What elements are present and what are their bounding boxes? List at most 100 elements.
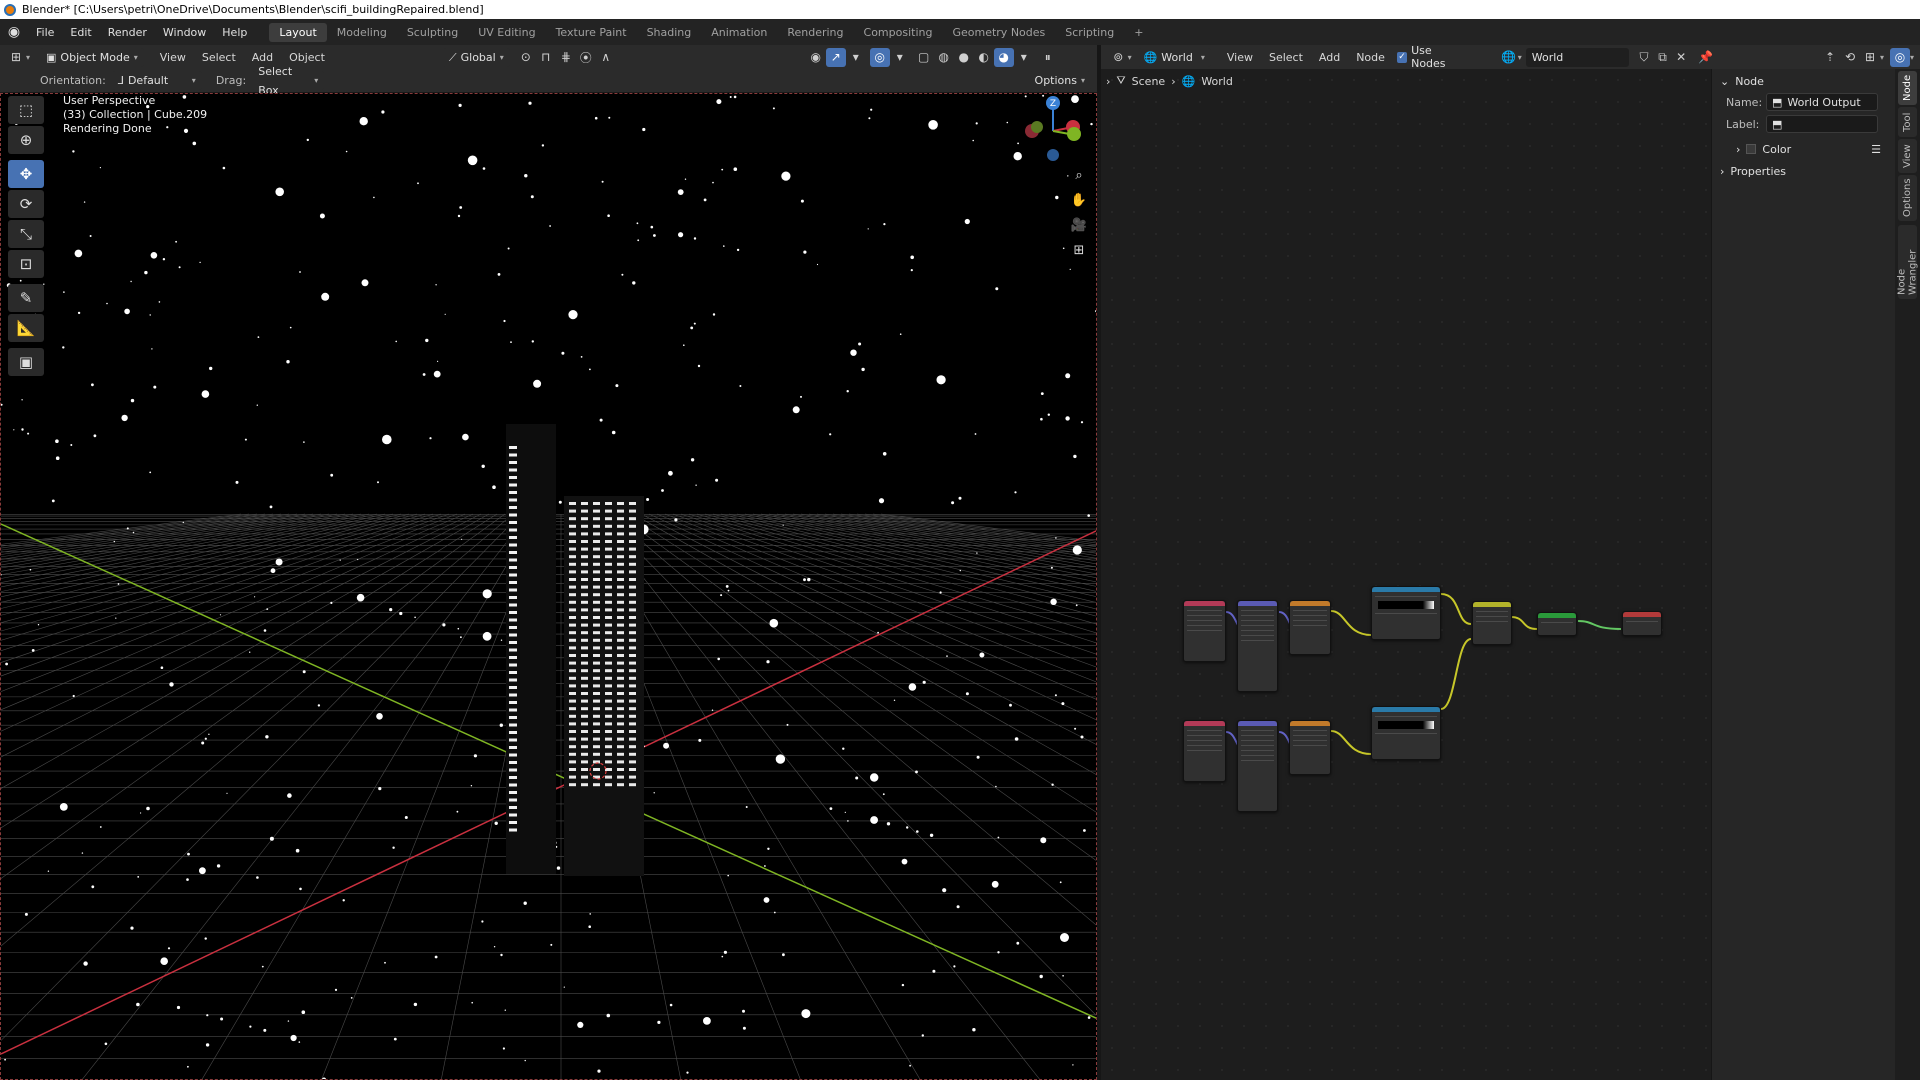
sidebar-tab-options[interactable]: Options [1898,175,1917,221]
sidebar-tab-tool[interactable]: Tool [1898,107,1917,137]
visibility-icon[interactable]: ◉ [806,48,826,67]
workspace-tab-shading[interactable]: Shading [637,23,702,42]
snap-node-options-icon[interactable]: ⊞ [1860,48,1880,67]
menu-render[interactable]: Render [100,26,155,39]
wireframe-shading-icon[interactable]: ◍ [934,48,954,67]
ortho-grid-icon[interactable]: ⊞ [1068,239,1090,261]
pin-icon[interactable]: 📌 [1696,48,1715,67]
select-box-tool-icon[interactable]: ⬚ [8,96,44,124]
gizmo-neg-y-icon[interactable] [1031,121,1043,133]
transform-tool-icon[interactable]: ⊡ [8,250,44,278]
editor-type-icon[interactable]: ⊞ [6,48,26,67]
sidebar-tab-view[interactable]: View [1898,139,1917,173]
gizmo-neg-z-icon[interactable] [1047,149,1059,161]
workspace-tab-modeling[interactable]: Modeling [327,23,397,42]
node-label-field[interactable]: ⬒ [1766,115,1878,133]
world-browse-icon[interactable]: 🌐 [1499,48,1518,67]
node-name-field[interactable]: ⬒ World Output [1766,93,1878,111]
texture-coordinate-node[interactable] [1183,600,1226,662]
color-ramp-node-1[interactable] [1371,586,1441,640]
shading-options-icon[interactable]: ▾ [1014,48,1034,67]
workspace-tab-compositing[interactable]: Compositing [854,23,943,42]
world-output-node[interactable] [1622,611,1662,636]
menu-edit[interactable]: Edit [62,26,99,39]
noise-texture-node[interactable] [1289,600,1331,655]
sidebar-tab-node-wrangler[interactable]: Node Wrangler [1897,225,1919,299]
drag-dropdown[interactable]: Select Box ▾ [252,65,325,97]
rendered-shading-icon[interactable]: ◕ [993,47,1014,67]
workspace-tab-animation[interactable]: Animation [701,23,777,42]
mapping-node[interactable] [1237,600,1278,692]
measure-tool-icon[interactable]: 📐 [8,314,44,342]
zoom-icon[interactable]: ⌕ [1068,164,1090,186]
add-cube-tool-icon[interactable]: ▣ [8,348,44,376]
pan-hand-icon[interactable]: ✋ [1068,189,1090,211]
snap-target-icon[interactable]: ⋕ [556,48,576,67]
shader-type-dropdown[interactable]: 🌐 World ▾ [1137,47,1211,67]
snap-icon[interactable]: ⊓ [536,48,556,67]
material-shading-icon[interactable]: ◐ [974,48,994,67]
menu-window[interactable]: Window [155,26,214,39]
background-node[interactable] [1537,612,1577,636]
ne-menu-view[interactable]: View [1219,48,1261,67]
menu-file[interactable]: File [28,26,62,39]
ne-menu-add[interactable]: Add [1311,48,1348,67]
world-datablock-field[interactable]: World [1525,47,1629,67]
add-workspace-button[interactable]: + [1124,23,1153,42]
annotate-tool-icon[interactable]: ✎ [8,284,44,312]
properties-section-header[interactable]: › Properties [1712,161,1895,181]
workspace-tab-scripting[interactable]: Scripting [1055,23,1124,42]
cursor-tool-icon[interactable]: ⊕ [8,126,44,154]
blender-menu-icon[interactable]: ◉ [0,19,28,45]
move-tool-icon[interactable]: ✥ [8,160,44,188]
menu-select[interactable]: Select [194,48,244,67]
orientation-dropdown[interactable]: ⅃ Default ▾ [111,71,202,90]
overlay-options-icon[interactable]: ▾ [890,48,910,67]
menu-help[interactable]: Help [214,26,255,39]
node-section-header[interactable]: ⌄ Node [1712,71,1895,91]
workspace-tab-sculpting[interactable]: Sculpting [397,23,468,42]
gizmo-toggle-icon[interactable]: ↗ [825,47,846,67]
mapping-node-2[interactable] [1237,720,1278,812]
navigation-gizmo[interactable]: Z [1015,93,1095,168]
workspace-tab-uv-editing[interactable]: UV Editing [468,23,545,42]
xray-toggle-icon[interactable]: ▢ [914,48,934,67]
ne-menu-select[interactable]: Select [1261,48,1311,67]
node-editor-type-icon[interactable]: ⊚ [1109,48,1128,67]
list-options-icon[interactable]: ☰ [1871,143,1881,156]
ne-menu-node[interactable]: Node [1348,48,1393,67]
solid-shading-icon[interactable]: ● [954,48,974,67]
gizmo-y-axis-icon[interactable] [1067,127,1081,141]
rotate-tool-icon[interactable]: ⟳ [8,190,44,218]
pause-render-icon[interactable]: ⏸ [1038,48,1058,67]
node-overlay-icon[interactable]: ◎ [1889,47,1910,67]
transform-orientation-dropdown[interactable]: ⟋ Global ▾ [442,47,510,67]
gizmo-options-icon[interactable]: ▾ [846,48,866,67]
color-subpanel-header[interactable]: › Color ☰ [1728,139,1895,159]
3d-viewport[interactable]: User Perspective (33) Collection | Cube.… [0,93,1097,1080]
unlink-x-icon[interactable]: ✕ [1672,48,1691,67]
workspace-tab-layout[interactable]: Layout [269,22,327,42]
texture-coordinate-node-2[interactable] [1183,720,1226,782]
camera-view-icon[interactable]: 🎥 [1068,214,1090,236]
color-ramp-node-2[interactable] [1371,706,1441,760]
pivot-point-icon[interactable]: ⊙ [516,48,536,67]
use-nodes-toggle[interactable]: ✓ Use Nodes [1396,44,1465,70]
workspace-tab-texture-paint[interactable]: Texture Paint [546,23,637,42]
scale-tool-icon[interactable]: ⤡ [8,220,44,248]
workspace-tab-rendering[interactable]: Rendering [777,23,853,42]
proportional-edit-icon[interactable]: ⦿ [576,48,596,67]
overlay-toggle-icon[interactable]: ◎ [869,47,890,67]
sidebar-tab-node[interactable]: Node [1898,71,1917,105]
duplicate-icon[interactable]: ⧉ [1653,48,1672,67]
workspace-tab-geometry-nodes[interactable]: Geometry Nodes [942,23,1055,42]
mix-node[interactable] [1472,601,1512,645]
options-dropdown[interactable]: Options ▾ [1028,71,1091,90]
falloff-icon[interactable]: ∧ [596,48,616,67]
noise-texture-node-2[interactable] [1289,720,1331,775]
fake-user-shield-icon[interactable]: ⛉ [1635,48,1654,67]
menu-view[interactable]: View [152,48,194,67]
object-mode-dropdown[interactable]: ▣ Object Mode ▾ [40,47,144,67]
color-checkbox[interactable] [1746,144,1757,154]
parent-node-tree-icon[interactable]: ⇡ [1820,48,1840,67]
